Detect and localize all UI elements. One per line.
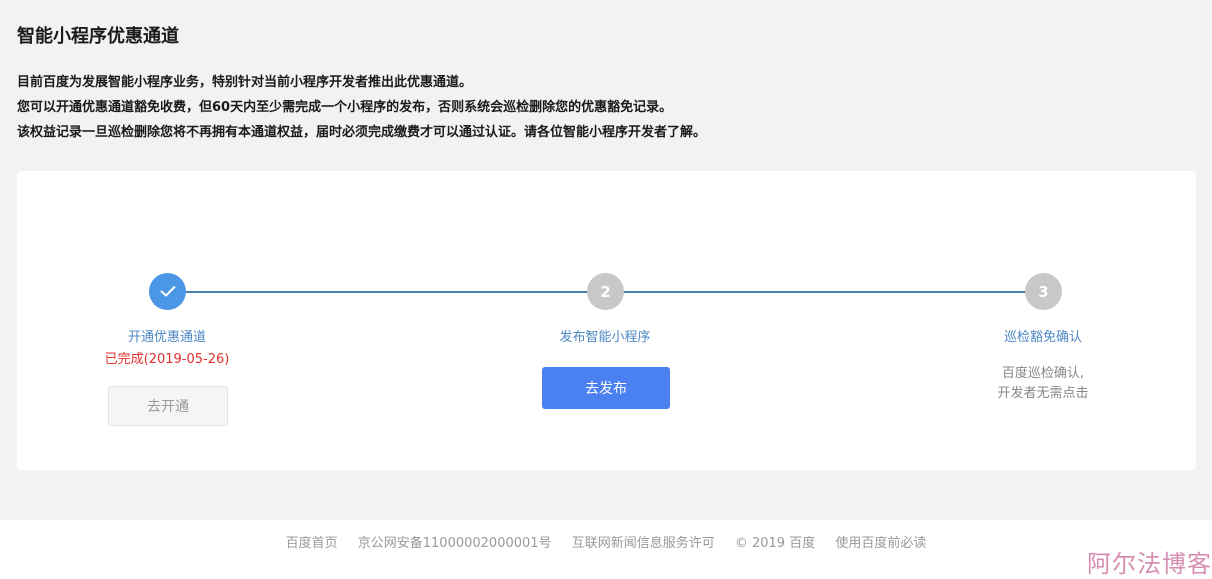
step-3-label: 巡检豁免确认 — [1003, 330, 1082, 345]
publish-button[interactable]: 去发布 — [542, 367, 670, 409]
footer-link-terms[interactable]: 使用百度前必读 — [835, 536, 926, 551]
intro-line-3: 该权益记录一旦巡检删除您将不再拥有本通道权益，届时必须完成缴费才可以通过认证。请… — [17, 125, 707, 140]
footer-link-license[interactable]: 互联网新闻信息服务许可 — [572, 536, 715, 551]
step-connector-1 — [185, 291, 605, 293]
steps-card: 2 3 开通优惠通道 已完成(2019-05-26) 去开通 发布智能小程序 去… — [17, 171, 1196, 470]
intro-line-1: 目前百度为发展智能小程序业务，特别针对当前小程序开发者推出此优惠通道。 — [17, 75, 473, 90]
watermark: 阿尔法博客 — [1087, 550, 1212, 578]
intro-line-2: 您可以开通优惠通道豁免收费，但60天内至少需完成一个小程序的发布，否则系统会巡检… — [17, 100, 673, 115]
step-3-circle: 3 — [1025, 273, 1062, 310]
step-1-label: 开通优惠通道 — [127, 330, 206, 345]
footer-link-home[interactable]: 百度首页 — [286, 536, 338, 551]
intro-text: 目前百度为发展智能小程序业务，特别针对当前小程序开发者推出此优惠通道。 您可以开… — [17, 70, 706, 145]
step-3-desc-line-2: 开发者无需点击 — [997, 386, 1089, 401]
footer: 百度首页 京公网安备11000002000001号 互联网新闻信息服务许可 © … — [0, 520, 1212, 579]
footer-link-icp[interactable]: 京公网安备11000002000001号 — [358, 536, 552, 551]
check-icon — [159, 283, 176, 301]
step-3-desc-line-1: 百度巡检确认, — [1001, 366, 1085, 381]
footer-links: 百度首页 京公网安备11000002000001号 互联网新闻信息服务许可 © … — [0, 532, 1212, 551]
step-connector-2 — [623, 291, 1043, 293]
footer-copyright: © 2019 百度 — [734, 536, 816, 551]
step-3-desc: 百度巡检确认, 开发者无需点击 — [933, 364, 1153, 404]
step-1-status: 已完成(2019-05-26) — [104, 352, 230, 367]
step-2-circle: 2 — [587, 273, 624, 310]
open-channel-button[interactable]: 去开通 — [108, 386, 228, 426]
step-1-circle — [149, 273, 186, 310]
step-2-label: 发布智能小程序 — [559, 330, 651, 345]
page-title: 智能小程序优惠通道 — [17, 26, 179, 47]
